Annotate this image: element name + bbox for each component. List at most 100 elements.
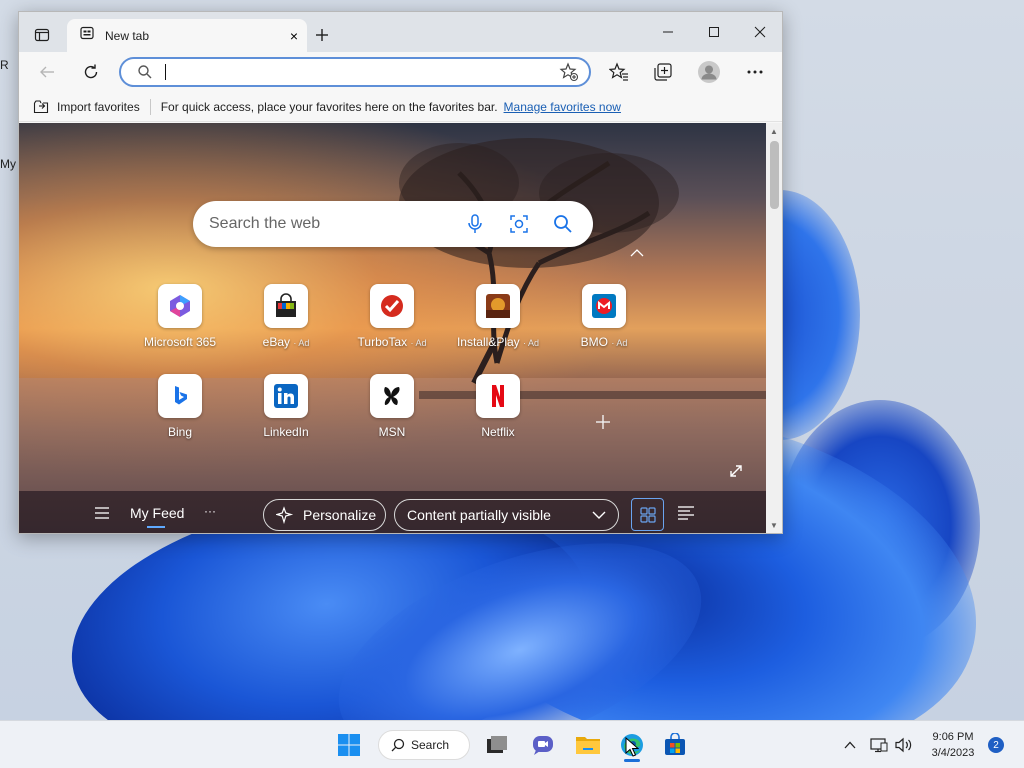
content-visibility-value: Content partially visible [407, 507, 551, 523]
tile-label: Microsoft 365 [143, 335, 217, 349]
address-bar[interactable] [119, 57, 591, 87]
grid-layout-button[interactable] [631, 498, 664, 531]
close-window-button[interactable] [737, 19, 782, 45]
linkedin-icon [264, 374, 308, 418]
quick-link-msn[interactable]: MSN [337, 374, 447, 439]
quick-link-microsoft-365[interactable]: Microsoft 365 [125, 284, 235, 349]
favorites-bar-message: For quick access, place your favorites h… [160, 99, 498, 114]
feed-bar: My Feed ··· Personalize Content partiall… [19, 491, 766, 533]
personalize-label: Personalize [303, 507, 377, 523]
quick-link-ebay[interactable]: eBay · Ad [231, 284, 341, 349]
expand-icon[interactable] [729, 464, 743, 483]
microsoft-365-icon [158, 284, 202, 328]
tab-new-tab[interactable]: New tab × [67, 19, 307, 52]
tile-ad-badge: · Ad [410, 338, 427, 348]
windows-logo-icon [338, 734, 360, 756]
task-view-icon [486, 735, 508, 755]
search-the-web-box[interactable]: Search the web [193, 201, 593, 247]
browser-toolbar [19, 52, 782, 92]
mouse-pointer-icon [625, 736, 640, 757]
quick-link-bmo[interactable]: BMO · Ad [549, 284, 659, 349]
tab-actions-icon[interactable] [31, 24, 53, 46]
minimize-button[interactable] [645, 19, 691, 45]
tab-title: New tab [105, 28, 150, 43]
tile-label: MSN [378, 425, 406, 439]
profile-avatar[interactable] [695, 58, 723, 86]
tile-label: TurboTax [357, 335, 408, 349]
turbotax-icon [370, 284, 414, 328]
list-layout-icon[interactable] [678, 506, 694, 525]
scroll-down-arrow-icon[interactable]: ▼ [770, 521, 778, 530]
search-icon [391, 738, 405, 752]
file-explorer-button[interactable] [572, 729, 604, 761]
back-arrow-icon[interactable] [35, 60, 59, 84]
microphone-icon[interactable] [453, 214, 497, 234]
install-play-icon [476, 284, 520, 328]
collections-icon[interactable] [651, 60, 675, 84]
close-tab-icon[interactable]: × [281, 23, 307, 49]
content-visibility-dropdown[interactable]: Content partially visible [394, 499, 619, 531]
desktop-icon-label[interactable]: R [0, 58, 9, 72]
desktop-icon-label[interactable]: My [0, 157, 16, 171]
tile-label: Install&Play [456, 335, 520, 349]
scrollbar-thumb[interactable] [770, 141, 779, 209]
notification-badge[interactable]: 2 [988, 737, 1004, 753]
import-favorites-button[interactable]: Import favorites [57, 100, 140, 114]
network-icon[interactable] [866, 729, 892, 761]
show-hidden-icons-button[interactable] [836, 729, 864, 761]
add-favorite-star-icon[interactable] [559, 62, 579, 82]
search-web-input[interactable]: Search the web [209, 215, 453, 233]
chat-icon [531, 734, 555, 756]
tab-strip: New tab × [19, 12, 782, 52]
microsoft-store-button[interactable] [659, 729, 691, 761]
volume-icon[interactable] [891, 729, 917, 761]
chevron-down-icon [592, 511, 606, 519]
new-tab-icon [79, 25, 95, 46]
personalize-button[interactable]: Personalize [263, 499, 386, 531]
msn-icon [370, 374, 414, 418]
clock-date: 3/4/2023 [931, 747, 975, 759]
clock-time: 9:06 PM [932, 731, 974, 743]
quick-link-install-play[interactable]: Install&Play · Ad [443, 284, 553, 349]
favorites-bar-divider [149, 98, 151, 115]
netflix-icon [476, 374, 520, 418]
active-app-indicator [624, 759, 640, 762]
tile-ad-badge: · Ad [523, 338, 540, 348]
favorites-icon[interactable] [607, 60, 631, 84]
quick-link-netflix[interactable]: Netflix [443, 374, 553, 439]
grid-layout-icon [639, 506, 656, 523]
scroll-up-arrow-icon[interactable]: ▲ [770, 127, 778, 136]
teams-chat-button[interactable] [527, 729, 559, 761]
quick-link-bing[interactable]: Bing [125, 374, 235, 439]
quick-link-linkedin[interactable]: LinkedIn [231, 374, 341, 439]
collapse-chevron-icon[interactable] [630, 246, 644, 260]
add-site-plus-icon[interactable] [595, 414, 611, 435]
maximize-button[interactable] [691, 19, 737, 45]
my-feed-tab[interactable]: My Feed [130, 505, 184, 521]
hamburger-menu-icon[interactable] [95, 506, 109, 524]
system-clock[interactable]: 9:06 PM 3/4/2023 [924, 729, 982, 761]
manage-favorites-link[interactable]: Manage favorites now [504, 100, 621, 114]
visual-search-icon[interactable] [497, 214, 541, 234]
new-tab-button[interactable] [311, 24, 333, 46]
refresh-icon[interactable] [79, 60, 103, 84]
browser-window: New tab × Import favorites For quick acc… [18, 11, 783, 534]
import-favorites-icon[interactable] [33, 99, 49, 115]
tile-label: eBay [262, 335, 290, 349]
task-view-button[interactable] [481, 729, 513, 761]
page-scrollbar[interactable]: ▲ ▼ [766, 123, 782, 533]
favorites-bar: Import favorites For quick access, place… [19, 92, 782, 122]
bing-icon [158, 374, 202, 418]
new-tab-page: Search the web Microsoft 365 eBay · Ad T… [19, 123, 766, 533]
feed-more-options[interactable]: ··· [204, 504, 216, 518]
search-submit-icon[interactable] [541, 214, 585, 234]
more-menu-icon[interactable] [743, 60, 767, 84]
start-button[interactable] [333, 729, 365, 761]
quick-link-turbotax[interactable]: TurboTax · Ad [337, 284, 447, 349]
taskbar-search-label: Search [411, 738, 450, 752]
search-icon [137, 64, 153, 80]
my-feed-active-indicator [147, 526, 165, 528]
tile-label: Netflix [481, 425, 515, 439]
personalize-sparkle-icon [276, 506, 294, 524]
taskbar-search-button[interactable]: Search [378, 730, 470, 760]
